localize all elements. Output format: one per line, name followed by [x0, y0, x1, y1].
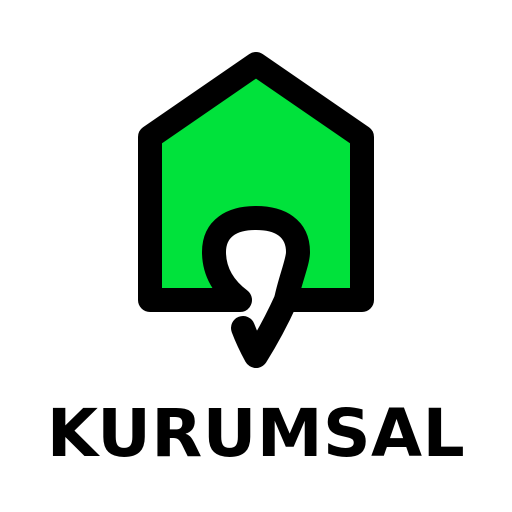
- house-shape: [138, 52, 374, 312]
- house-with-location-pin-icon: [138, 52, 374, 368]
- location-pin-shape: [231, 288, 298, 368]
- app-icon: KURUMSAL: [0, 0, 512, 512]
- brand-name: KURUMSAL: [46, 395, 466, 472]
